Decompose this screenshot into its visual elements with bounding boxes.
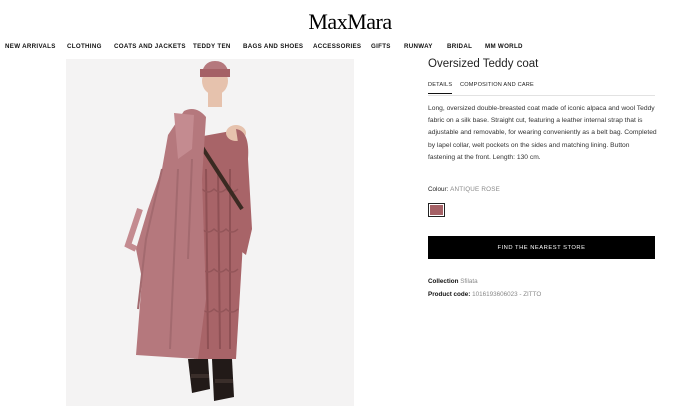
product-image[interactable]: [66, 59, 354, 406]
nav-item-runway[interactable]: RUNWAY: [404, 43, 433, 50]
product-description: Long, oversized double-breasted coat mad…: [428, 105, 657, 161]
collection-value: Sfilata: [460, 278, 478, 285]
collection-info: Collection Sfilata: [428, 278, 478, 285]
product-tabs: DETAILS COMPOSITION AND CARE: [428, 82, 655, 96]
product-title: Oversized Teddy coat: [428, 58, 539, 70]
product-code-label: Product code:: [428, 291, 471, 298]
colour-value: ANTIQUE ROSE: [450, 186, 501, 193]
product-code-value: 1016193606023 - ZITTO: [472, 291, 542, 298]
model-illustration: [66, 59, 354, 406]
nav-item-bridal[interactable]: BRIDAL: [447, 43, 472, 50]
swatch-fill: [430, 205, 443, 215]
colour-swatch-antique-rose[interactable]: [428, 203, 445, 217]
nav-item-gifts[interactable]: GIFTS: [371, 43, 391, 50]
brand-logo[interactable]: MaxMara: [0, 9, 700, 35]
find-nearest-store-button[interactable]: FIND THE NEAREST STORE: [428, 236, 655, 259]
nav-item-accessories[interactable]: ACCESSORIES: [313, 43, 361, 50]
colour-info: Colour: ANTIQUE ROSE: [428, 186, 500, 193]
nav-item-teddy-ten[interactable]: TEDDY TEN: [193, 43, 231, 50]
main-nav: NEW ARRIVALS CLOTHING COATS AND JACKETS …: [0, 43, 700, 55]
collection-label: Collection: [428, 278, 459, 285]
tab-details[interactable]: DETAILS: [428, 82, 453, 94]
nav-item-new-arrivals[interactable]: NEW ARRIVALS: [5, 43, 56, 50]
nav-item-clothing[interactable]: CLOTHING: [67, 43, 102, 50]
tab-composition-and-care[interactable]: COMPOSITION AND CARE: [460, 82, 534, 93]
nav-item-mm-world[interactable]: MM WORLD: [485, 43, 523, 50]
nav-item-coats-and-jackets[interactable]: COATS AND JACKETS: [114, 43, 186, 50]
product-code-info: Product code: 1016193606023 - ZITTO: [428, 291, 541, 298]
colour-label: Colour:: [428, 186, 449, 193]
nav-item-bags-and-shoes[interactable]: BAGS AND SHOES: [243, 43, 303, 50]
